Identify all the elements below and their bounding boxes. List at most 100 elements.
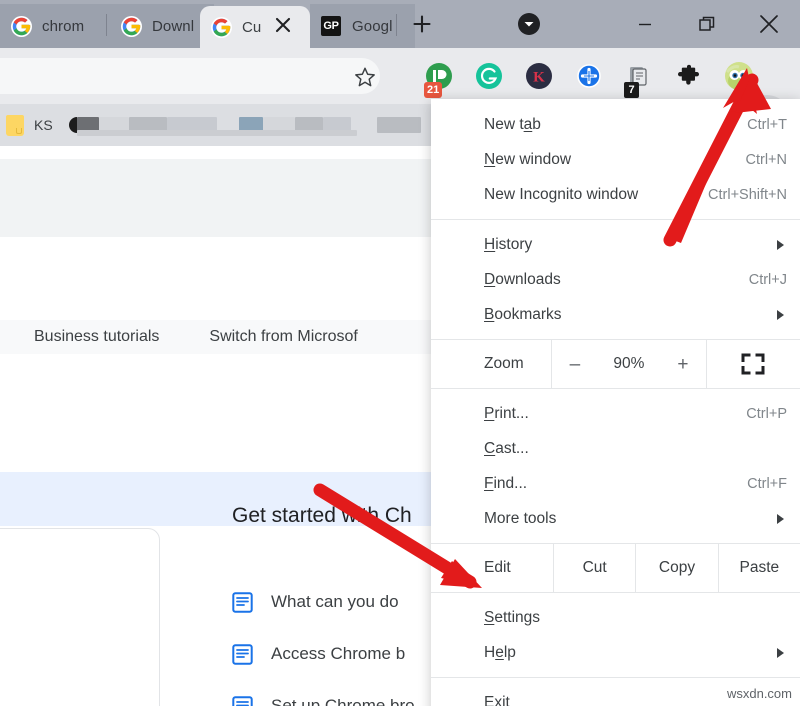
- tab-strip: chrom Downl: [0, 0, 800, 48]
- chevron-right-icon: [777, 310, 784, 320]
- fullscreen-icon[interactable]: [706, 340, 800, 388]
- document-icon: [232, 696, 253, 706]
- menu-spacer: [431, 593, 800, 600]
- edit-label: Edit: [431, 544, 553, 592]
- menu-separator: [431, 219, 800, 220]
- extensions-puzzle-icon[interactable]: [664, 58, 714, 94]
- chrome-main-menu: New tab Ctrl+T New window Ctrl+N New Inc…: [431, 99, 800, 706]
- menu-item-settings[interactable]: Settings: [431, 600, 800, 635]
- list-item-label: What can you do: [271, 592, 399, 612]
- menu-item-label: Downloads: [484, 271, 561, 289]
- extension-icons: 21 K: [414, 58, 764, 94]
- tab-title: Downl: [152, 18, 194, 35]
- tab-googl[interactable]: GP Googl: [310, 4, 415, 48]
- blurred-bookmark-item: [377, 117, 421, 133]
- zoom-controls: – 90% +: [551, 340, 706, 388]
- content-card: [0, 528, 160, 706]
- menu-item-bookmarks[interactable]: Bookmarks: [431, 297, 800, 332]
- svg-text:K: K: [533, 70, 545, 86]
- address-bar[interactable]: [0, 58, 380, 94]
- menu-item-cast[interactable]: Cast...: [431, 431, 800, 466]
- menu-item-label: Find...: [484, 475, 527, 493]
- menu-item-label: Print...: [484, 405, 529, 423]
- menu-item-new-window[interactable]: New window Ctrl+N: [431, 142, 800, 177]
- menu-item-shortcut: Ctrl+P: [746, 406, 787, 422]
- profile-avatar[interactable]: [714, 58, 764, 94]
- tab-divider: [396, 14, 397, 36]
- paste-button[interactable]: Paste: [718, 544, 800, 592]
- restore-button[interactable]: [676, 0, 738, 48]
- menu-item-label: Settings: [484, 609, 540, 627]
- folder-icon[interactable]: [6, 115, 24, 136]
- close-tab-icon[interactable]: [272, 14, 294, 36]
- document-icon: [232, 592, 253, 613]
- browser-window: chrom Downl: [0, 0, 800, 706]
- nav-link-switch-from-microsoft[interactable]: Switch from Microsof: [209, 328, 357, 346]
- chevron-right-icon: [777, 648, 784, 658]
- bookmark-label-ks[interactable]: KS: [34, 117, 53, 133]
- blurred-bookmark-underline: [77, 130, 357, 136]
- tab-chrom[interactable]: chrom: [0, 4, 110, 48]
- menu-item-print[interactable]: Print... Ctrl+P: [431, 396, 800, 431]
- kami-extension[interactable]: K: [514, 58, 564, 94]
- list-item-label: Set up Chrome bro: [271, 696, 415, 706]
- chevron-right-icon: [777, 240, 784, 250]
- zoom-level-value: 90%: [598, 355, 660, 373]
- menu-item-history[interactable]: History: [431, 227, 800, 262]
- menu-item-new-incognito-window[interactable]: New Incognito window Ctrl+Shift+N: [431, 177, 800, 212]
- zoom-out-button[interactable]: –: [552, 355, 598, 374]
- tab-divider: [106, 14, 107, 36]
- menu-item-label: Bookmarks: [484, 306, 562, 324]
- copy-button[interactable]: Copy: [635, 544, 717, 592]
- extension-badge: 7: [624, 82, 639, 98]
- blue-plus-extension[interactable]: [564, 58, 614, 94]
- grammarly-extension[interactable]: [464, 58, 514, 94]
- minimize-button[interactable]: [614, 0, 676, 48]
- menu-item-label: More tools: [484, 510, 556, 528]
- menu-zoom-row: Zoom – 90% +: [431, 339, 800, 389]
- new-tab-button[interactable]: [408, 10, 436, 38]
- gp-icon-text: GP: [321, 16, 341, 36]
- nav-link-business-tutorials[interactable]: Business tutorials: [34, 328, 159, 346]
- google-g-icon: [211, 17, 232, 38]
- menu-item-help[interactable]: Help: [431, 635, 800, 670]
- chevron-right-icon: [777, 514, 784, 524]
- menu-item-downloads[interactable]: Downloads Ctrl+J: [431, 262, 800, 297]
- tab-search-icon[interactable]: [513, 8, 545, 40]
- menu-item-label: Exit: [484, 694, 510, 706]
- menu-item-more-tools[interactable]: More tools: [431, 501, 800, 536]
- blurred-bookmark-item: [69, 117, 77, 133]
- tab-title: Googl: [352, 18, 393, 35]
- menu-item-label: New window: [484, 151, 571, 169]
- menu-item-label: Help: [484, 644, 516, 662]
- blurred-bookmarks[interactable]: [69, 117, 409, 133]
- menu-separator: [431, 677, 800, 678]
- menu-item-label: Cast...: [484, 440, 529, 458]
- cut-button[interactable]: Cut: [553, 544, 635, 592]
- zoom-label: Zoom: [431, 340, 551, 388]
- menu-item-find[interactable]: Find... Ctrl+F: [431, 466, 800, 501]
- menu-spacer: [431, 536, 800, 543]
- window-controls: [614, 0, 800, 48]
- close-window-button[interactable]: [738, 0, 800, 48]
- tab-title: Cu: [242, 19, 261, 36]
- menu-item-shortcut: Ctrl+Shift+N: [708, 187, 787, 203]
- list-item-label: Access Chrome b: [271, 644, 405, 664]
- google-g-icon: [121, 16, 142, 37]
- lastpass-extension[interactable]: 21: [414, 58, 464, 94]
- extension-badge: 21: [424, 82, 442, 98]
- menu-item-label: New Incognito window: [484, 186, 638, 204]
- clipboard-extension[interactable]: 7: [614, 58, 664, 94]
- zoom-in-button[interactable]: +: [660, 355, 706, 374]
- google-g-icon: [11, 16, 32, 37]
- document-icon: [232, 644, 253, 665]
- tab-downl[interactable]: Downl: [110, 4, 214, 48]
- menu-item-label: New tab: [484, 116, 541, 134]
- menu-item-new-tab[interactable]: New tab Ctrl+T: [431, 107, 800, 142]
- menu-spacer: [431, 332, 800, 339]
- bookmark-star-icon[interactable]: [352, 64, 378, 90]
- menu-item-shortcut: Ctrl+N: [746, 152, 788, 168]
- tab-title: chrom: [42, 18, 84, 35]
- menu-item-label: History: [484, 236, 532, 254]
- menu-item-shortcut: Ctrl+F: [747, 476, 787, 492]
